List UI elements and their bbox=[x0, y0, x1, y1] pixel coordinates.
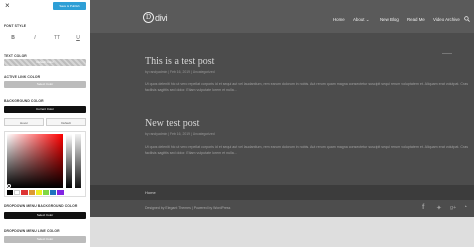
footer-bottom: Designed by Elegant Themes | Powered by … bbox=[90, 200, 474, 217]
color-picker bbox=[4, 131, 86, 197]
underline-button[interactable]: U bbox=[68, 31, 88, 45]
dropdown-bg-color-label: DROPDOWN MENU BACKGROUND COLOR bbox=[4, 204, 78, 208]
tab-default[interactable]: Default bbox=[46, 118, 86, 126]
picker-handle[interactable] bbox=[7, 184, 11, 188]
nav-item-about-label: About bbox=[353, 17, 365, 22]
color-swatch[interactable] bbox=[57, 190, 64, 195]
color-swatch[interactable] bbox=[50, 190, 57, 195]
logo-mark: D bbox=[143, 12, 154, 23]
nav-item-read-me[interactable]: Read Me bbox=[407, 17, 425, 22]
hue-slider[interactable] bbox=[66, 134, 72, 188]
color-swatch[interactable] bbox=[14, 190, 21, 195]
sidebar-divider bbox=[442, 53, 452, 54]
color-swatch[interactable] bbox=[35, 190, 42, 195]
text-color-button[interactable]: Default Color bbox=[4, 59, 86, 66]
rss-icon[interactable]: ◔ bbox=[463, 204, 467, 211]
google-plus-icon[interactable]: g+ bbox=[450, 205, 456, 211]
background-color-button[interactable]: Current Color bbox=[4, 106, 86, 113]
nav-item-new-blog[interactable]: New Blog bbox=[380, 17, 399, 22]
site-preview: D divi Home About ⌄ New Blog Read Me Vid… bbox=[90, 0, 474, 247]
tab-hover[interactable]: Hover bbox=[4, 118, 44, 126]
customizer-panel: × Save & Publish FONT STYLE B I TT U TEX… bbox=[0, 0, 90, 247]
dropdown-bg-color-button[interactable]: Select Color bbox=[4, 212, 86, 219]
nav-item-video-archive[interactable]: Video Archive bbox=[433, 17, 460, 22]
post-excerpt: Ut quos deleniti hic ut vero repellat co… bbox=[145, 82, 468, 92]
color-tabs: Hover Default bbox=[4, 118, 86, 126]
color-swatch[interactable] bbox=[28, 190, 35, 195]
main-content: This is a test post by randyadmin | Feb … bbox=[90, 33, 474, 185]
saturation-value-area[interactable] bbox=[7, 134, 63, 188]
post-meta: by randyadmin | Feb 16, 2019 | Uncategor… bbox=[145, 132, 215, 136]
text-color-label: TEXT COLOR bbox=[4, 54, 27, 58]
page-bottom bbox=[90, 217, 474, 247]
dropdown-line-color-label: DROPDOWN MENU LINE COLOR bbox=[4, 229, 60, 233]
color-swatch[interactable] bbox=[21, 190, 28, 195]
dropdown-line-color-button[interactable]: Select Color bbox=[4, 236, 86, 243]
color-swatch[interactable] bbox=[7, 190, 14, 195]
search-icon[interactable] bbox=[464, 16, 470, 22]
footer-credit: Designed by Elegant Themes | Powered by … bbox=[145, 206, 231, 210]
footer-nav: Home bbox=[90, 185, 474, 200]
bold-button[interactable]: B bbox=[3, 31, 23, 45]
nav-item-home[interactable]: Home bbox=[333, 17, 345, 22]
font-style-buttons: B I TT U bbox=[0, 28, 90, 50]
panel-header: × Save & Publish bbox=[0, 0, 90, 12]
nav-item-about[interactable]: About ⌄ bbox=[353, 17, 369, 23]
color-swatches bbox=[7, 190, 85, 195]
color-swatch[interactable] bbox=[43, 190, 50, 195]
twitter-icon[interactable]: ✦ bbox=[436, 204, 442, 212]
post-meta: by randyadmin | Feb 16, 2019 | Uncategor… bbox=[145, 70, 215, 74]
save-publish-button[interactable]: Save & Publish bbox=[53, 2, 86, 10]
uppercase-button[interactable]: TT bbox=[47, 31, 67, 45]
logo-text: divi bbox=[155, 12, 168, 23]
background-color-label: BACKGROUND COLOR bbox=[4, 99, 44, 103]
active-link-color-button[interactable]: Select Color bbox=[4, 81, 86, 88]
active-link-color-label: ACTIVE LINK COLOR bbox=[4, 75, 41, 79]
post-title[interactable]: New test post bbox=[145, 118, 199, 129]
site-logo[interactable]: D divi bbox=[143, 12, 168, 23]
italic-button[interactable]: I bbox=[25, 31, 45, 45]
facebook-icon[interactable]: f bbox=[422, 204, 424, 211]
post-excerpt: Ut quos deleniti hic ut vero repellat co… bbox=[145, 145, 468, 155]
footer-link-home[interactable]: Home bbox=[145, 190, 156, 195]
site-header: D divi Home About ⌄ New Blog Read Me Vid… bbox=[90, 0, 474, 33]
close-icon[interactable]: × bbox=[5, 1, 10, 11]
chevron-down-icon: ⌄ bbox=[365, 17, 370, 22]
post-title[interactable]: This is a test post bbox=[145, 56, 214, 67]
opacity-slider[interactable] bbox=[75, 134, 81, 188]
